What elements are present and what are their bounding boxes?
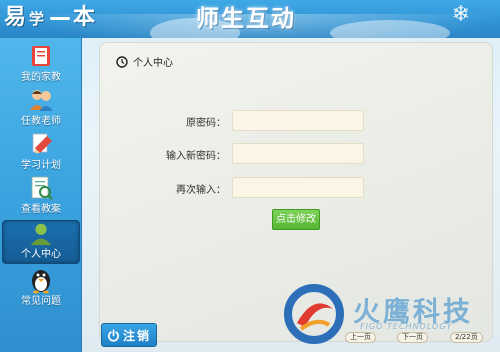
logout-button[interactable]: 注销 <box>101 323 157 347</box>
page-indicator: 2/22页 <box>450 332 483 343</box>
pencil-icon <box>32 133 52 153</box>
teachers-icon <box>30 90 53 111</box>
confirm-password-row: 再次输入： <box>100 177 494 199</box>
clock-icon <box>116 55 128 68</box>
panel-title: 个人中心 <box>116 54 173 69</box>
app-logo: 易学本 <box>4 5 97 30</box>
sidebar-item-label: 查看教案 <box>21 204 61 215</box>
new-password-row: 输入新密码： <box>100 143 494 165</box>
brand-tagline: FIGO TECHNOLOGY <box>360 322 453 331</box>
sidebar-item-teachers[interactable]: 任教老师 <box>0 86 82 130</box>
old-password-row: 原密码： <box>100 110 494 132</box>
penguin-icon <box>32 270 50 294</box>
sidebar-item-label: 我的家教 <box>21 72 61 83</box>
confirm-password-field[interactable] <box>232 177 364 198</box>
sidebar-item-lesson-plans[interactable]: 查看教案 <box>0 174 82 218</box>
sidebar-item-study-plan[interactable]: 学习计划 <box>0 130 82 174</box>
logout-label: 注销 <box>122 328 151 343</box>
old-password-field[interactable] <box>232 110 364 131</box>
confirm-password-label: 再次输入： <box>176 185 226 196</box>
prev-page-button[interactable]: 上一页 <box>345 332 376 343</box>
sidebar-item-label: 常见问题 <box>21 296 61 307</box>
new-password-label: 输入新密码： <box>166 151 226 162</box>
panel-title-text: 个人中心 <box>133 58 173 69</box>
book-icon <box>32 46 50 66</box>
cloud-decoration <box>330 20 450 38</box>
sidebar-item-personal-center[interactable]: 个人中心 <box>2 220 80 264</box>
sidebar: 我的家教 任教老师 学习计划 查看教案 个人中心 常见问题 <box>0 38 82 352</box>
page-title: 师生互动 <box>196 6 296 32</box>
sidebar-item-label: 任教老师 <box>21 116 61 127</box>
sidebar-item-label: 学习计划 <box>21 160 61 171</box>
brand-logo-icon <box>284 284 344 344</box>
new-password-field[interactable] <box>232 143 364 164</box>
sidebar-item-faq[interactable]: 常见问题 <box>0 266 82 310</box>
header-bar: 易学本 师生互动 ❄ <box>0 0 500 38</box>
submit-change-button[interactable]: 点击修改 <box>272 209 320 230</box>
next-page-button[interactable]: 下一页 <box>397 332 428 343</box>
snowflake-icon: ❄ <box>451 2 470 27</box>
power-icon <box>108 329 119 342</box>
sidebar-item-my-tutoring[interactable]: 我的家教 <box>0 42 82 86</box>
user-icon <box>30 223 52 246</box>
document-icon <box>31 176 53 200</box>
old-password-label: 原密码： <box>186 118 226 129</box>
sidebar-item-label: 个人中心 <box>21 249 61 260</box>
